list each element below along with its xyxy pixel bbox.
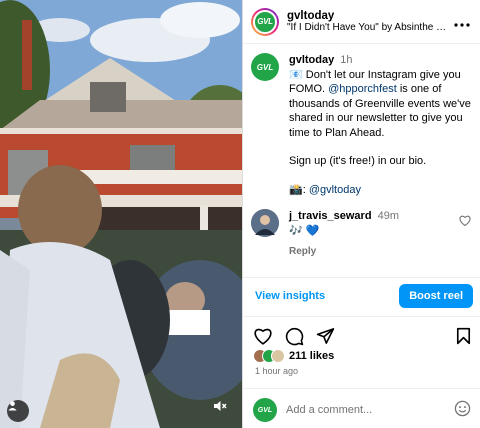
heart-icon[interactable] bbox=[459, 215, 471, 229]
likes-count[interactable]: 211 likes bbox=[289, 350, 334, 362]
comment-text: 🎶 💙 bbox=[289, 224, 320, 237]
comments-list: GVL gvltoday 1h 📧 Don't let our Instagra… bbox=[243, 45, 480, 275]
divider bbox=[243, 277, 480, 278]
post-username[interactable]: gvltoday bbox=[287, 10, 452, 22]
view-insights-link[interactable]: View insights bbox=[255, 290, 325, 302]
avatar bbox=[271, 349, 285, 363]
audio-track[interactable]: "If I Didn't Have You" by Absinthe Min..… bbox=[287, 22, 452, 33]
comment-username[interactable]: j_travis_seward bbox=[289, 210, 372, 222]
caption-credit: 📸: @gvltoday bbox=[289, 183, 361, 196]
action-bar bbox=[243, 324, 480, 348]
comment-icon[interactable] bbox=[285, 327, 304, 346]
emoji-icon[interactable] bbox=[454, 400, 471, 420]
avatar[interactable]: GVL bbox=[251, 7, 279, 36]
likes-summary[interactable]: 211 likes bbox=[253, 349, 334, 363]
divider bbox=[243, 388, 480, 389]
avatar: GVL bbox=[253, 398, 277, 422]
caption-username[interactable]: gvltoday bbox=[289, 54, 334, 66]
boost-reel-button[interactable]: Boost reel bbox=[399, 284, 473, 308]
divider bbox=[243, 316, 480, 317]
post-side-panel: GVL gvltoday "If I Didn't Have You" by A… bbox=[242, 0, 480, 428]
mention-link[interactable]: @hpporchfest bbox=[328, 83, 397, 95]
caption-text: 📧 Don't let our Instagram give you FOMO.… bbox=[289, 68, 471, 139]
post-time: 1 hour ago bbox=[255, 366, 299, 376]
caption: GVL gvltoday 1h 📧 Don't let our Instagra… bbox=[251, 53, 473, 197]
reel-media[interactable] bbox=[0, 0, 242, 428]
credit-link[interactable]: @gvltoday bbox=[309, 184, 361, 196]
caption-signup: Sign up (it's free!) in our bio. bbox=[289, 155, 427, 167]
bookmark-icon[interactable] bbox=[456, 327, 471, 345]
reel-frame-image bbox=[0, 0, 242, 428]
mute-icon[interactable] bbox=[213, 400, 235, 422]
avatar[interactable]: GVL bbox=[251, 53, 279, 81]
user-tag-icon[interactable] bbox=[7, 400, 29, 422]
comment-item: j_travis_seward 49m 🎶 💙 Reply bbox=[251, 209, 473, 260]
comment-composer: GVL Add a comment... bbox=[243, 395, 480, 425]
share-icon[interactable] bbox=[316, 327, 335, 345]
caption-time: 1h bbox=[340, 54, 353, 66]
avatar[interactable] bbox=[251, 209, 279, 237]
comment-input[interactable]: Add a comment... bbox=[286, 404, 454, 416]
post-header: GVL gvltoday "If I Didn't Have You" by A… bbox=[243, 0, 480, 44]
comment-time: 49m bbox=[377, 210, 400, 222]
heart-icon[interactable] bbox=[253, 327, 273, 345]
insights-bar: View insights Boost reel bbox=[243, 283, 480, 309]
reply-button[interactable]: Reply bbox=[289, 245, 473, 260]
more-icon[interactable] bbox=[452, 14, 472, 30]
